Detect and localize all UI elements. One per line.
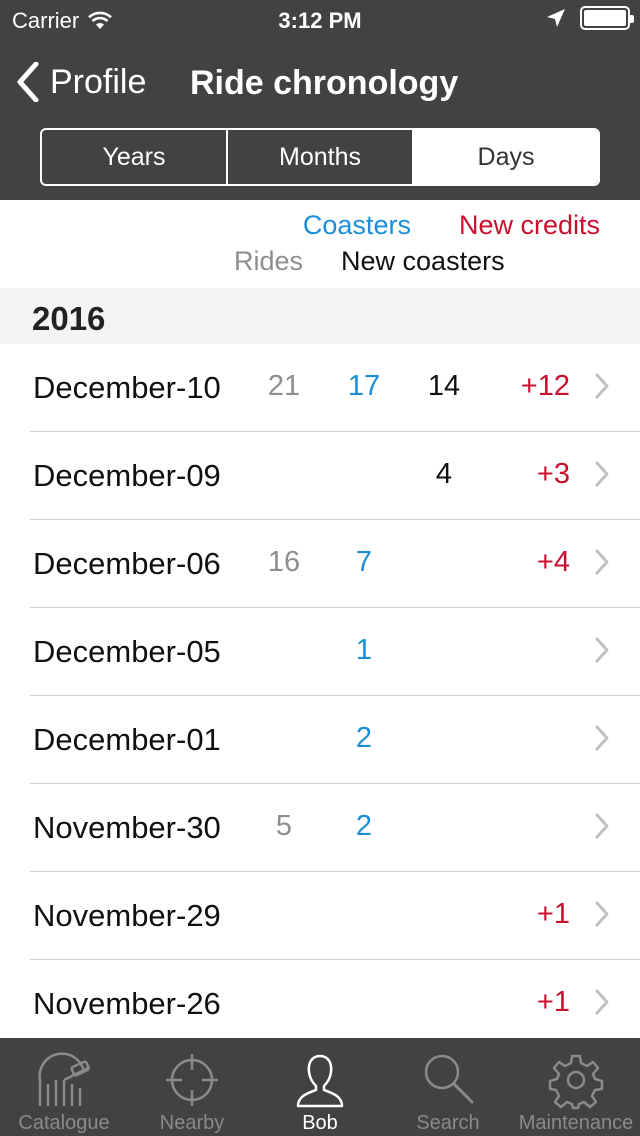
- row-date: December-09: [33, 458, 221, 493]
- person-icon: [296, 1054, 344, 1108]
- tab-label: Nearby: [159, 1112, 225, 1134]
- list-item[interactable]: November-30 5 2: [0, 784, 640, 872]
- header: Carrier 3:12 PM Profile Ride chronology …: [0, 0, 640, 200]
- segment-days[interactable]: Days: [414, 130, 598, 184]
- navigation-bar: Profile Ride chronology: [0, 40, 640, 128]
- list-item[interactable]: December-06 16 7 +4: [0, 520, 640, 608]
- legend-coasters: Coasters: [302, 210, 411, 240]
- chevron-right-icon: [595, 901, 609, 927]
- section-header: 2016: [0, 288, 640, 344]
- row-date: November-26: [33, 986, 221, 1021]
- chevron-right-icon: [595, 725, 609, 751]
- period-segmented-control: Years Months Days: [40, 128, 600, 186]
- tab-label: Bob: [302, 1112, 338, 1134]
- row-coasters: 2: [355, 810, 373, 842]
- chevron-right-icon: [595, 461, 609, 487]
- row-new-credits: +4: [536, 546, 570, 578]
- row-coasters: 7: [355, 546, 373, 578]
- list-item[interactable]: November-26 +1: [0, 960, 640, 1048]
- tab-label: Catalogue: [18, 1112, 110, 1134]
- segment-months[interactable]: Months: [228, 130, 414, 184]
- location-arrow-icon: [547, 9, 565, 27]
- tab-label: Maintenance: [518, 1112, 634, 1134]
- chevron-right-icon: [595, 989, 609, 1015]
- row-date: December-10: [33, 370, 221, 405]
- list-item[interactable]: November-29 +1: [0, 872, 640, 960]
- chevron-left-icon: [17, 62, 39, 102]
- segment-years[interactable]: Years: [42, 130, 228, 184]
- row-rides: 5: [275, 810, 293, 842]
- back-button[interactable]: Profile: [16, 62, 146, 102]
- tab-maintenance[interactable]: Maintenance: [512, 1038, 640, 1136]
- tab-catalogue[interactable]: Catalogue: [0, 1038, 128, 1136]
- legend-new-credits: New credits: [458, 210, 600, 240]
- page-title: Ride chronology: [190, 64, 459, 102]
- row-date: November-30: [33, 810, 221, 845]
- row-new-coasters: 4: [435, 458, 453, 490]
- legend-new-coasters: New coasters: [341, 246, 505, 276]
- coaster-icon: [38, 1052, 90, 1106]
- chevron-right-icon: [595, 637, 609, 663]
- row-coasters: 17: [347, 370, 381, 402]
- section-year: 2016: [32, 300, 106, 337]
- status-bar: Carrier 3:12 PM: [0, 0, 640, 40]
- tab-label: Search: [416, 1112, 480, 1134]
- crosshair-icon: [166, 1054, 218, 1106]
- chevron-right-icon: [595, 813, 609, 839]
- tab-search[interactable]: Search: [384, 1038, 512, 1136]
- row-date: December-06: [33, 546, 221, 581]
- back-label: Profile: [50, 62, 147, 101]
- list-item[interactable]: December-05 1: [0, 608, 640, 696]
- tab-bar: Catalogue Nearby Bob Search Maintenance: [0, 1038, 640, 1136]
- tab-nearby[interactable]: Nearby: [128, 1038, 256, 1136]
- tab-bob[interactable]: Bob: [256, 1038, 384, 1136]
- day-list: December-10 21 17 14 +12 December-09 4 +…: [0, 344, 640, 1048]
- chevron-right-icon: [595, 549, 609, 575]
- row-new-coasters: 14: [427, 370, 461, 402]
- legend-rides: Rides: [234, 246, 304, 276]
- row-coasters: 2: [355, 722, 373, 754]
- list-item[interactable]: December-01 2: [0, 696, 640, 784]
- row-date: December-05: [33, 634, 221, 669]
- row-date: December-01: [33, 722, 221, 757]
- status-right: [546, 6, 634, 30]
- row-new-credits: +1: [536, 986, 570, 1018]
- row-new-credits: +3: [536, 458, 570, 490]
- list-item[interactable]: December-10 21 17 14 +12: [0, 344, 640, 432]
- column-legend: Coasters New credits Rides New coasters: [0, 200, 640, 288]
- search-icon: [424, 1054, 474, 1104]
- row-rides: 16: [267, 546, 301, 578]
- gear-icon: [548, 1054, 604, 1110]
- row-date: November-29: [33, 898, 221, 933]
- list-item[interactable]: December-09 4 +3: [0, 432, 640, 520]
- battery-icon: [580, 6, 634, 30]
- row-rides: 21: [267, 370, 301, 402]
- row-new-credits: +1: [536, 898, 570, 930]
- row-new-credits: +12: [520, 370, 570, 402]
- chevron-right-icon: [595, 373, 609, 399]
- row-coasters: 1: [355, 634, 373, 666]
- clock: 3:12 PM: [278, 8, 362, 33]
